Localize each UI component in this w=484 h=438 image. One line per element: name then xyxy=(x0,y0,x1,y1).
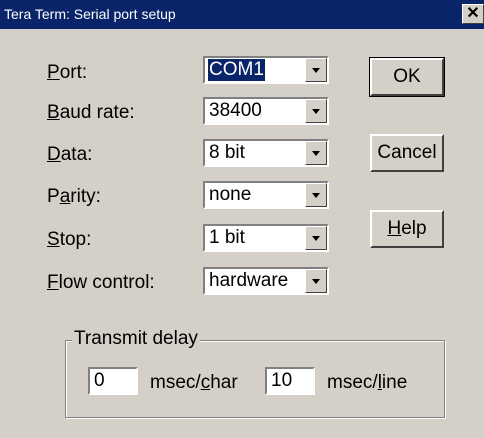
parity-select[interactable]: none xyxy=(203,181,329,209)
data-bits-select[interactable]: 8 bit xyxy=(203,139,329,167)
char-delay-unit: msec/char xyxy=(150,372,238,393)
transmit-delay-title: Transmit delay xyxy=(72,328,200,350)
port-value: COM1 xyxy=(208,59,265,81)
stop-bits-value: 1 bit xyxy=(209,227,245,248)
stop-label: Stop: xyxy=(47,229,92,250)
parity-dropdown-button[interactable] xyxy=(305,183,327,207)
flow-control-select[interactable]: hardware xyxy=(203,267,329,295)
stop-bits-select[interactable]: 1 bit xyxy=(203,224,329,252)
parity-label: Parity: xyxy=(47,186,101,207)
char-delay-input[interactable]: 0 xyxy=(88,367,138,395)
stop-bits-dropdown-button[interactable] xyxy=(305,226,327,250)
flow-control-value: hardware xyxy=(209,270,289,291)
baud-rate-dropdown-button[interactable] xyxy=(305,99,327,123)
parity-value: none xyxy=(209,184,252,205)
serial-port-setup-dialog: Tera Term: Serial port setup ✕ Port: COM… xyxy=(0,0,484,438)
chevron-down-icon xyxy=(312,279,320,284)
chevron-down-icon xyxy=(312,68,320,73)
flow-control-label: Flow control: xyxy=(47,272,155,293)
cancel-button[interactable]: Cancel xyxy=(370,134,444,172)
port-dropdown-button[interactable] xyxy=(305,58,327,82)
port-label: Port: xyxy=(47,62,88,83)
baud-rate-label: Baud rate: xyxy=(47,102,135,123)
baud-rate-value: 38400 xyxy=(209,100,262,121)
chevron-down-icon xyxy=(312,151,320,156)
chevron-down-icon xyxy=(312,236,320,241)
data-bits-dropdown-button[interactable] xyxy=(305,141,327,165)
close-button[interactable]: ✕ xyxy=(462,4,484,24)
close-icon: ✕ xyxy=(466,5,480,22)
help-button[interactable]: Help xyxy=(370,210,444,248)
data-bits-value: 8 bit xyxy=(209,142,245,163)
window-title: Tera Term: Serial port setup xyxy=(4,6,176,22)
line-delay-input[interactable]: 10 xyxy=(265,367,315,395)
data-label: Data: xyxy=(47,144,93,165)
chevron-down-icon xyxy=(312,109,320,114)
ok-button[interactable]: OK xyxy=(369,57,445,97)
baud-rate-select[interactable]: 38400 xyxy=(203,97,329,125)
title-bar[interactable]: Tera Term: Serial port setup ✕ xyxy=(0,0,484,29)
line-delay-unit: msec/line xyxy=(327,372,408,393)
help-label-rest: elp xyxy=(401,218,427,239)
port-select[interactable]: COM1 xyxy=(203,56,329,84)
chevron-down-icon xyxy=(312,193,320,198)
flow-control-dropdown-button[interactable] xyxy=(305,269,327,293)
help-mnemonic: H xyxy=(387,218,402,239)
